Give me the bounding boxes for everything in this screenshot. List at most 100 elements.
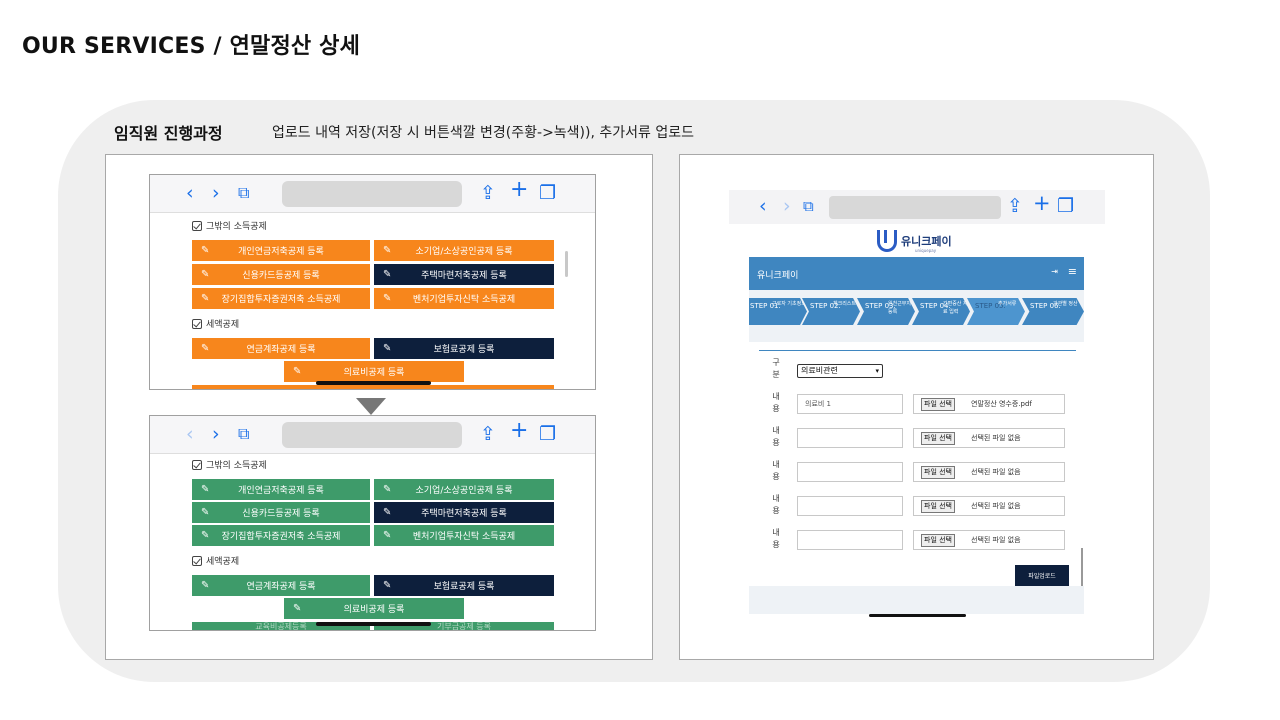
content-label: 내용	[772, 392, 780, 413]
forward-icon[interactable]: ›	[212, 181, 220, 205]
app-header: 유니크페이 ⇥ ≡	[749, 257, 1084, 290]
bookmarks-icon[interactable]: ⧉	[238, 422, 249, 446]
bookmarks-icon[interactable]: ⧉	[803, 194, 814, 218]
pencil-icon: ✎	[201, 343, 210, 354]
share-icon[interactable]: ⇪	[1007, 194, 1023, 218]
file-select-button[interactable]: 파일 선택	[921, 466, 955, 479]
category-select[interactable]: 의료비관련 ▾	[797, 364, 883, 378]
file-upload-button[interactable]: 파일업로드	[1015, 565, 1069, 586]
pencil-icon: ✎	[383, 269, 392, 280]
group-title: 세액공제	[192, 554, 239, 567]
tabs-icon[interactable]: ❐	[539, 181, 556, 205]
file-input[interactable]: 파일 선택 연말정산 영수증.pdf	[913, 394, 1065, 414]
menu-icon[interactable]: ≡	[1068, 265, 1077, 278]
url-bar[interactable]	[282, 422, 462, 448]
deduction-button[interactable]: ✎ 주택마련저축공제 등록	[374, 264, 554, 285]
file-input[interactable]: 파일 선택 선택된 파일 없음	[913, 428, 1065, 448]
file-input[interactable]: 파일 선택 선택된 파일 없음	[913, 530, 1065, 550]
content-input[interactable]	[797, 496, 903, 516]
deduction-button[interactable]: ✎ 장기집합투자증권저축 소득공제	[192, 288, 370, 309]
content-input[interactable]	[797, 530, 903, 550]
step-3[interactable]: STEP 03. 원천근무지 등록	[857, 298, 915, 325]
content-input[interactable]	[797, 462, 903, 482]
pencil-icon: ✎	[201, 293, 210, 304]
deduction-list: 그밖의 소득공제 ✎ 개인연금저축공제 등록 ✎ 소기업/소상공인공제 등록 ✎ 신용…	[184, 454, 556, 630]
step-4[interactable]: STEP 04. 간편증산 자료 입력	[912, 298, 970, 325]
tabs-icon[interactable]: ❐	[539, 422, 556, 446]
deduction-button[interactable]: ✎ 보험료공제 등록	[374, 338, 554, 359]
scrollbar[interactable]	[1081, 548, 1083, 586]
deduction-button[interactable]: ✎ 의료비공제 등록	[284, 598, 464, 619]
deduction-button[interactable]: ✎ 보험료공제 등록	[374, 575, 554, 596]
deduction-button[interactable]: ✎ 신용카드등공제 등록	[192, 264, 370, 285]
share-icon[interactable]: ⇪	[480, 422, 496, 446]
after-save-screenshot: ‹ › ⧉ ⇪ + ❐ 그밖의 소득공제 ✎ 개인연금저축공제 등록 ✎ 소기업/소…	[149, 415, 596, 631]
url-bar[interactable]	[829, 196, 1001, 219]
category-row: 구분 의료비관련 ▾	[759, 357, 1076, 387]
content-label: 내용	[772, 528, 780, 549]
deduction-button[interactable]: ✎ 장기집합투자증권저축 소득공제	[192, 525, 370, 546]
pencil-icon: ✎	[201, 269, 210, 280]
browser-toolbar: ‹ › ⧉ ⇪ + ❐	[729, 190, 1105, 224]
before-save-screenshot: ‹ › ⧉ ⇪ + ❐ 그밖의 소득공제 ✎ 개인연금저축공제 등록 ✎ 소기업/소…	[149, 174, 596, 390]
deduction-button[interactable]: ✎ 주택마련저축공제 등록	[374, 502, 554, 523]
pencil-icon: ✎	[201, 507, 210, 518]
bookmarks-icon[interactable]: ⧉	[238, 181, 249, 205]
new-tab-icon[interactable]: +	[510, 178, 528, 202]
step-progress: STEP 01. 근로자 기초정보 STEP 02. 체크리스트 STEP 03. 원…	[749, 290, 1084, 342]
file-select-button[interactable]: 파일 선택	[921, 398, 955, 411]
content-row: 내용 파일 선택 선택된 파일 없음	[759, 459, 1076, 489]
browser-toolbar: ‹ › ⧉ ⇪ + ❐	[150, 416, 595, 454]
deduction-button[interactable]: ✎ 개인연금저축공제 등록	[192, 240, 370, 261]
pencil-icon: ✎	[383, 507, 392, 518]
app-title: 유니크페이	[757, 271, 799, 281]
deduction-list: 그밖의 소득공제 ✎ 개인연금저축공제 등록 ✎ 소기업/소상공인공제 등록 ✎ 신용…	[184, 213, 556, 389]
content-input[interactable]: 의료비 1	[797, 394, 903, 414]
pencil-icon: ✎	[293, 603, 302, 614]
deduction-button[interactable]: ✎ 연금계좌공제 등록	[192, 575, 370, 596]
step-6[interactable]: STEP 06. 가관별 정산	[1022, 298, 1084, 325]
new-tab-icon[interactable]: +	[510, 419, 528, 443]
forward-icon[interactable]: ›	[212, 422, 220, 446]
deduction-button[interactable]: ✎ 의료비공제 등록	[284, 361, 464, 382]
deduction-button[interactable]: ✎ 소기업/소상공인공제 등록	[374, 479, 554, 500]
content-row: 내용 의료비 1 파일 선택 연말정산 영수증.pdf	[759, 391, 1076, 421]
deduction-button[interactable]: ✎ 연금계좌공제 등록	[192, 338, 370, 359]
back-icon[interactable]: ‹	[186, 181, 194, 205]
step-5[interactable]: STEP 05. 추가서류	[967, 298, 1025, 325]
pencil-icon: ✎	[201, 580, 210, 591]
category-label: 구분	[772, 358, 780, 379]
file-select-button[interactable]: 파일 선택	[921, 432, 955, 445]
file-select-button[interactable]: 파일 선택	[921, 500, 955, 513]
group-title: 그밖의 소득공제	[192, 458, 267, 471]
url-bar[interactable]	[282, 181, 462, 207]
file-input[interactable]: 파일 선택 선택된 파일 없음	[913, 462, 1065, 482]
section-label: 임직원 진행과정	[114, 124, 223, 143]
share-icon[interactable]: ⇪	[480, 181, 496, 205]
back-icon[interactable]: ‹	[186, 422, 194, 446]
file-select-button[interactable]: 파일 선택	[921, 534, 955, 547]
checkbox-icon	[192, 459, 202, 470]
deduction-button[interactable]: ✎ 벤처기업투자신탁 소득공제	[374, 525, 554, 546]
step-1[interactable]: STEP 01. 근로자 기초정보	[749, 298, 807, 325]
home-indicator	[869, 614, 966, 617]
content-row: 내용 파일 선택 선택된 파일 없음	[759, 425, 1076, 455]
content-label: 내용	[772, 460, 780, 481]
content-row: 내용 파일 선택 선택된 파일 없음	[759, 527, 1076, 557]
logout-icon[interactable]: ⇥	[1051, 267, 1058, 276]
content-input[interactable]	[797, 428, 903, 448]
deduction-button[interactable]: ✎ 개인연금저축공제 등록	[192, 479, 370, 500]
checkbox-icon	[192, 220, 202, 231]
scrollbar[interactable]	[565, 251, 568, 277]
step-2[interactable]: STEP 02. 체크리스트	[802, 298, 860, 325]
back-icon[interactable]: ‹	[759, 194, 767, 218]
new-tab-icon[interactable]: +	[1033, 191, 1051, 215]
deduction-button[interactable]: ✎ 벤처기업투자신탁 소득공제	[374, 288, 554, 309]
deduction-button[interactable]: ✎ 신용카드등공제 등록	[192, 502, 370, 523]
pencil-icon: ✎	[383, 484, 392, 495]
deduction-button[interactable]: ✎ 소기업/소상공인공제 등록	[374, 240, 554, 261]
forward-icon[interactable]: ›	[783, 194, 791, 218]
file-input[interactable]: 파일 선택 선택된 파일 없음	[913, 496, 1065, 516]
tabs-icon[interactable]: ❐	[1057, 194, 1074, 218]
pencil-icon: ✎	[201, 530, 210, 541]
